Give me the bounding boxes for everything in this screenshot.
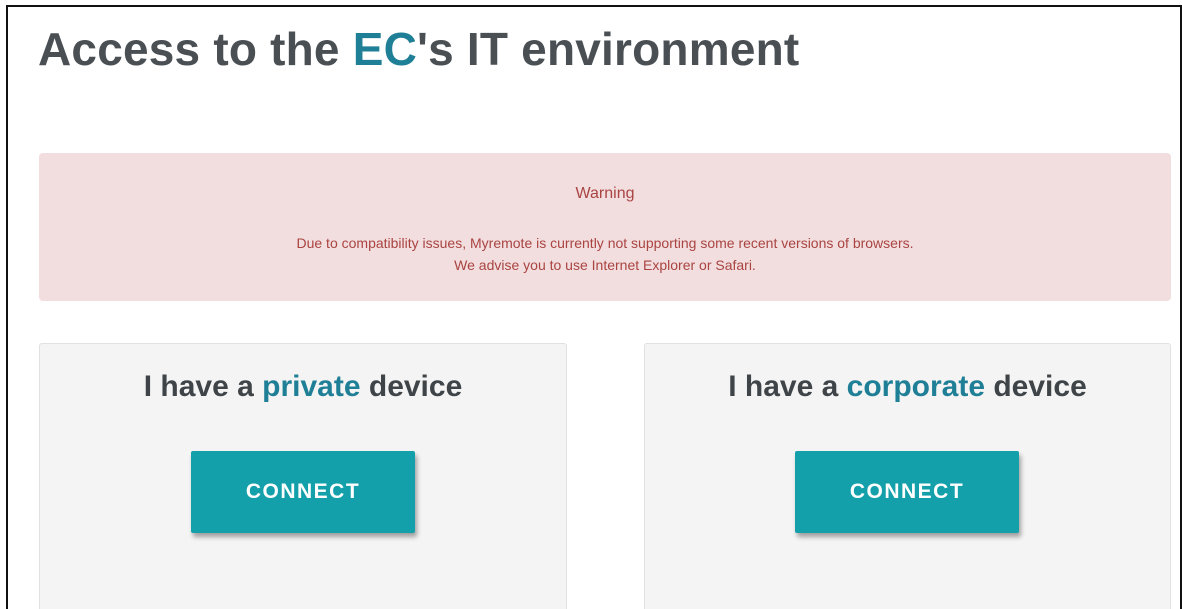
page-title-accent: EC <box>352 23 418 75</box>
warning-title: Warning <box>575 185 635 202</box>
private-title-accent: private <box>262 370 361 403</box>
corporate-device-title: I have a corporate device <box>645 370 1170 404</box>
connect-corporate-button[interactable]: CONNECT <box>795 451 1019 533</box>
page-title-suffix: 's IT environment <box>417 23 800 75</box>
warning-message-line-1: Due to compatibility issues, Myremote is… <box>296 235 914 251</box>
corporate-device-card: I have a corporate device CONNECT <box>644 343 1171 609</box>
corporate-title-suffix: device <box>985 370 1087 403</box>
corporate-title-prefix: I have a <box>728 370 847 403</box>
private-device-card: I have a private device CONNECT <box>39 343 567 609</box>
connect-private-button[interactable]: CONNECT <box>191 451 415 533</box>
warning-alert: Warning Due to compatibility issues, Myr… <box>39 153 1171 301</box>
private-title-prefix: I have a <box>143 370 263 403</box>
page-title: Access to the EC's IT environment <box>38 22 799 76</box>
warning-message-line-2: We advise you to use Internet Explorer o… <box>454 257 756 273</box>
page-title-prefix: Access to the <box>38 23 353 75</box>
private-device-title: I have a private device <box>40 370 566 404</box>
private-title-suffix: device <box>360 370 463 403</box>
corporate-title-accent: corporate <box>846 370 986 403</box>
